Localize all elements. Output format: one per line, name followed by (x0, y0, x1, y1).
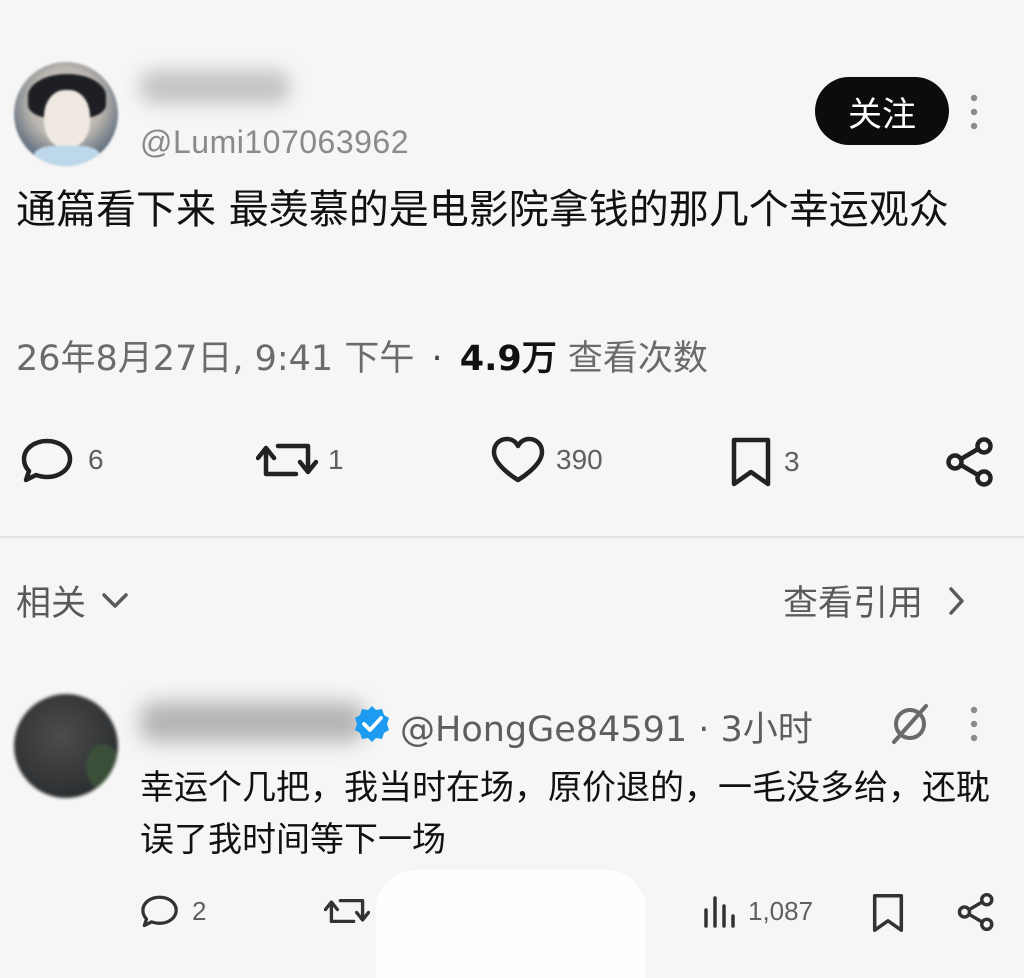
chevron-right-icon (947, 585, 967, 617)
reply-button[interactable]: 6 (20, 436, 104, 484)
reply-views-count: 1,087 (748, 895, 814, 926)
bookmark-icon (870, 892, 906, 934)
post-text: 通篇看下来 最羡慕的是电影院拿钱的那几个幸运观众 (16, 187, 949, 233)
reply-share-button[interactable] (956, 892, 996, 932)
reply-repost-button[interactable] (324, 892, 370, 930)
related-label: 相关 (16, 584, 87, 624)
heart-icon (490, 436, 546, 484)
grok-icon[interactable] (888, 702, 932, 746)
like-button[interactable]: 390 (490, 436, 603, 484)
meta-separator: · (431, 339, 443, 379)
reply-reply-button[interactable]: 2 (140, 892, 206, 930)
share-button[interactable] (944, 436, 996, 488)
share-icon (956, 892, 996, 932)
reply-reply-count: 2 (192, 895, 207, 926)
author-avatar[interactable] (14, 62, 118, 166)
speech-bubble-icon (140, 892, 182, 930)
reply-handle-and-time[interactable]: @HongGe84591 · 3小时 (400, 701, 813, 752)
bar-chart-icon (702, 892, 738, 930)
repost-arrows-icon (324, 892, 370, 930)
author-handle[interactable]: @Lumi107063962 (140, 124, 409, 161)
repost-count: 1 (328, 444, 344, 475)
reply-author-display-name-redacted[interactable] (140, 702, 365, 742)
views-count: 4.9万 (459, 339, 557, 379)
reply-author-avatar[interactable] (14, 694, 118, 798)
author-display-name-redacted[interactable] (140, 70, 290, 104)
views-label: 查看次数 (567, 339, 708, 379)
follow-button[interactable]: 关注 (815, 77, 949, 145)
reply-views-button[interactable]: 1,087 (702, 892, 813, 930)
like-count: 390 (556, 444, 603, 475)
view-quotes-label: 查看引用 (783, 584, 924, 624)
reply-text: 幸运个几把，我当时在场，原价退的，一毛没多给，还耽误了我时间等下一场 (140, 768, 990, 860)
post-meta: 26年8月27日, 9:41 下午 · 4.9万 查看次数 (16, 330, 708, 381)
chevron-down-icon (100, 591, 130, 611)
bookmark-button[interactable]: 3 (728, 436, 800, 488)
repost-arrows-icon (256, 436, 318, 484)
bookmark-icon (728, 436, 774, 488)
verified-badge-icon (352, 704, 392, 744)
share-icon (944, 436, 996, 488)
related-toggle[interactable]: 相关 (16, 575, 130, 626)
reply-more-options-icon[interactable] (968, 704, 980, 744)
view-quotes-link[interactable]: 查看引用 (783, 575, 967, 626)
reply-count: 6 (88, 444, 104, 475)
repost-button[interactable]: 1 (256, 436, 344, 484)
speech-bubble-icon (20, 436, 78, 484)
more-options-icon[interactable] (968, 92, 980, 132)
reply-action-bar: 2 1,087 (0, 892, 1024, 936)
post-action-bar: 6 1 390 3 (0, 436, 1024, 487)
section-divider (0, 536, 1024, 538)
bookmark-count: 3 (784, 446, 800, 477)
reply-bookmark-button[interactable] (870, 892, 906, 934)
post-timestamp[interactable]: 26年8月27日, 9:41 下午 (16, 339, 414, 379)
